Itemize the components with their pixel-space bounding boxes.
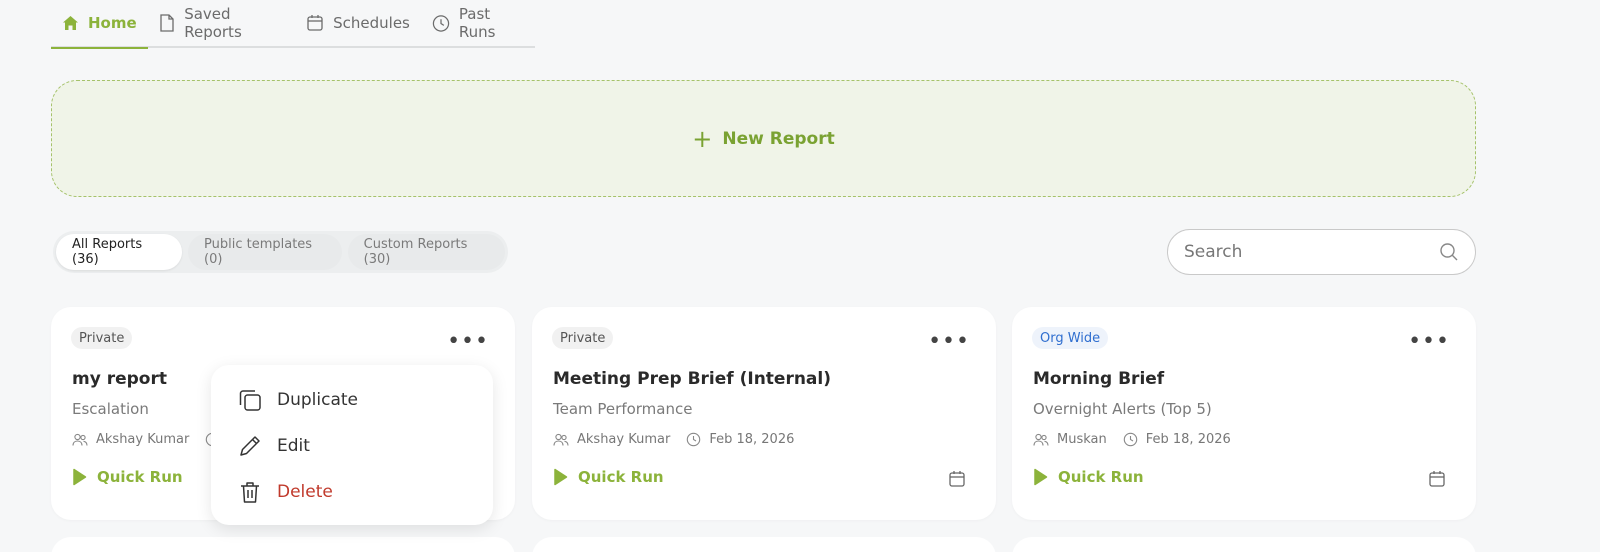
report-filter-chips: All Reports (36) Public templates (0) Cu… — [53, 231, 508, 273]
report-subtitle: Escalation — [72, 400, 149, 418]
report-card[interactable]: Org Wide ••• Morning Brief Overnight Ale… — [1012, 307, 1476, 520]
menu-item-delete[interactable]: Delete — [211, 469, 493, 515]
tab-label: Past Runs — [458, 5, 496, 41]
report-title: Meeting Prep Brief (Internal) — [553, 369, 832, 389]
more-options-icon[interactable]: ••• — [928, 331, 970, 353]
menu-item-label: Edit — [277, 436, 310, 456]
users-icon — [553, 433, 569, 446]
clock-icon — [687, 432, 701, 447]
home-icon — [61, 14, 79, 32]
report-owner: Akshay Kumar — [577, 432, 671, 447]
report-date: Feb 18, 2026 — [1145, 432, 1231, 447]
users-icon — [72, 433, 88, 446]
chip-custom-reports[interactable]: Custom Reports (30) — [347, 234, 505, 270]
tab-schedules[interactable]: Schedules — [295, 0, 421, 47]
pencil-icon — [240, 436, 260, 456]
quick-run-label: Quick Run — [97, 468, 183, 486]
tab-label: Home — [88, 14, 137, 32]
report-meta: Muskan Feb 18, 2026 — [1033, 432, 1247, 447]
quick-run-label: Quick Run — [578, 468, 664, 486]
report-card[interactable] — [532, 537, 996, 552]
report-title: my report — [72, 369, 167, 389]
search-input[interactable] — [1184, 242, 1439, 262]
new-report-button[interactable]: + New Report — [51, 80, 1476, 197]
visibility-badge: Private — [552, 327, 614, 349]
schedule-calendar-icon[interactable] — [948, 470, 966, 492]
trash-icon — [241, 482, 259, 503]
menu-item-edit[interactable]: Edit — [211, 423, 493, 469]
play-icon — [1034, 468, 1048, 486]
new-report-label: New Report — [722, 128, 835, 149]
chip-public-templates[interactable]: Public templates (0) — [188, 234, 342, 270]
report-meta: Akshay Kumar Feb 18, 2026 — [553, 432, 810, 447]
report-date: Feb 18, 2026 — [709, 432, 795, 447]
visibility-badge: Org Wide — [1032, 327, 1109, 349]
search-box — [1167, 229, 1476, 275]
menu-item-label: Duplicate — [277, 390, 358, 410]
report-card[interactable] — [1012, 537, 1476, 552]
quick-run-label: Quick Run — [1058, 468, 1144, 486]
document-icon — [159, 14, 176, 32]
report-owner: Akshay Kumar — [96, 432, 190, 447]
users-icon — [1033, 433, 1049, 446]
quick-run-button[interactable]: Quick Run — [1033, 468, 1144, 486]
play-icon — [73, 468, 87, 486]
search-icon[interactable] — [1439, 242, 1459, 262]
report-owner: Muskan — [1057, 432, 1107, 447]
more-options-icon[interactable]: ••• — [447, 331, 489, 353]
calendar-icon — [306, 14, 324, 32]
menu-item-label: Delete — [277, 482, 333, 502]
chip-all-reports[interactable]: All Reports (36) — [56, 234, 182, 270]
tab-home[interactable]: Home — [51, 0, 148, 49]
report-card[interactable] — [51, 537, 515, 552]
tab-label: Schedules — [333, 14, 410, 32]
report-subtitle: Overnight Alerts (Top 5) — [1033, 400, 1212, 418]
card-context-menu: Duplicate Edit Delete — [211, 365, 493, 525]
clock-icon — [1123, 432, 1137, 447]
tab-saved-reports[interactable]: Saved Reports — [148, 0, 295, 47]
report-subtitle: Team Performance — [553, 400, 693, 418]
menu-item-duplicate[interactable]: Duplicate — [211, 377, 493, 423]
visibility-badge: Private — [71, 327, 133, 349]
more-options-icon[interactable]: ••• — [1408, 331, 1450, 353]
clock-icon — [432, 14, 450, 32]
copy-icon — [239, 390, 261, 411]
quick-run-button[interactable]: Quick Run — [72, 468, 183, 486]
report-card[interactable]: Private ••• Meeting Prep Brief (Internal… — [532, 307, 996, 520]
tab-past-runs[interactable]: Past Runs — [421, 0, 535, 47]
plus-icon: + — [692, 124, 713, 153]
top-nav: Home Saved Reports Schedules Past Runs — [51, 0, 535, 49]
quick-run-button[interactable]: Quick Run — [553, 468, 664, 486]
play-icon — [554, 468, 568, 486]
report-title: Morning Brief — [1033, 369, 1165, 389]
tab-label: Saved Reports — [184, 5, 242, 41]
schedule-calendar-icon[interactable] — [1428, 470, 1446, 492]
